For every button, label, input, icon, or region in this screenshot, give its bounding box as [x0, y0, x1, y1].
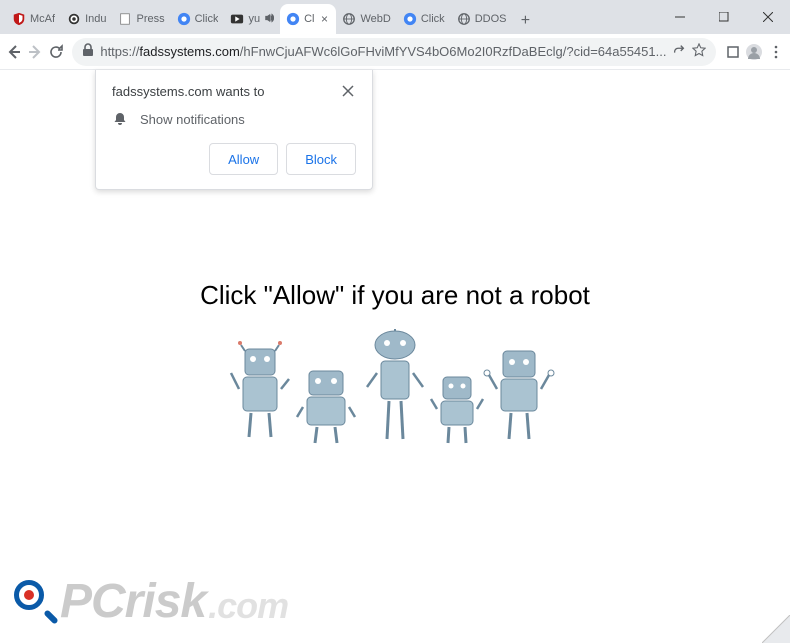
- bell-icon: [112, 111, 128, 127]
- watermark-domain: .com: [208, 585, 288, 627]
- reload-button[interactable]: [48, 38, 65, 66]
- watermark-brand: PCrisk: [60, 574, 206, 629]
- tab-title: yu: [248, 13, 260, 25]
- toolbar: https://fadssystems.com/hFnwCjuAFWc6lGoF…: [0, 34, 790, 70]
- lock-icon[interactable]: [82, 43, 94, 60]
- kebab-icon: [769, 45, 783, 59]
- robots-illustration: [0, 329, 790, 459]
- chrome-icon: [177, 12, 191, 26]
- close-window-button[interactable]: [746, 0, 790, 34]
- shield-icon: [12, 12, 26, 26]
- new-tab-button[interactable]: +: [512, 8, 538, 34]
- tab-title: Indu: [85, 13, 106, 25]
- minimize-button[interactable]: [658, 0, 702, 34]
- tab-webd[interactable]: WebD: [336, 4, 396, 34]
- magnifier-icon: [14, 580, 58, 624]
- page-viewport: fadssystems.com wants to Show notificati…: [0, 70, 790, 643]
- tab-indu[interactable]: Indu: [61, 4, 112, 34]
- back-button[interactable]: [6, 38, 23, 66]
- tab-mcafee[interactable]: McAf: [6, 4, 61, 34]
- url-text: https://fadssystems.com/hFnwCjuAFWc6lGoF…: [100, 44, 666, 59]
- block-button[interactable]: Block: [286, 143, 356, 175]
- minimize-icon: [675, 12, 685, 22]
- video-icon: [230, 12, 244, 26]
- profile-button[interactable]: [745, 38, 763, 66]
- notification-prompt: fadssystems.com wants to Show notificati…: [95, 70, 373, 190]
- tab-title: McAf: [30, 13, 55, 25]
- plus-icon: +: [521, 12, 530, 30]
- maximize-icon: [719, 12, 729, 22]
- address-bar[interactable]: https://fadssystems.com/hFnwCjuAFWc6lGoF…: [72, 38, 716, 66]
- page-heading: Click "Allow" if you are not a robot: [0, 280, 790, 311]
- tab-title: Press: [136, 13, 164, 25]
- watermark-logo: PCrisk.com: [14, 574, 288, 629]
- arrow-right-icon: [27, 44, 43, 60]
- reload-icon: [48, 44, 64, 60]
- globe-icon: [67, 12, 81, 26]
- tab-click-1[interactable]: Click: [171, 4, 225, 34]
- prompt-title: fadssystems.com wants to: [112, 84, 264, 99]
- puzzle-icon: [725, 44, 741, 60]
- url-scheme: https://: [100, 44, 139, 59]
- window-controls: [658, 0, 790, 34]
- tab-title: Cl: [304, 13, 314, 25]
- close-icon: [342, 85, 354, 97]
- arrow-left-icon: [6, 44, 22, 60]
- globe-icon: [457, 12, 471, 26]
- close-icon[interactable]: ×: [318, 13, 330, 25]
- title-bar: McAf Indu Press Click yu: [0, 0, 790, 34]
- tab-active[interactable]: Cl ×: [280, 4, 336, 34]
- allow-button[interactable]: Allow: [209, 143, 278, 175]
- tab-title: Click: [195, 13, 219, 25]
- globe-icon: [342, 12, 356, 26]
- url-path: /hFnwCjuAFWc6lGoFHviMfYVS4bO6Mo2I0RzfDaB…: [240, 44, 667, 59]
- menu-button[interactable]: [767, 38, 784, 66]
- maximize-button[interactable]: [702, 0, 746, 34]
- close-icon: [763, 12, 773, 22]
- tab-ddos[interactable]: DDOS: [451, 4, 513, 34]
- page-icon: [118, 12, 132, 26]
- share-icon[interactable]: [672, 43, 686, 60]
- page-curl-icon: [762, 615, 790, 643]
- tab-press[interactable]: Press: [112, 4, 170, 34]
- tab-title: DDOS: [475, 13, 507, 25]
- extensions-button[interactable]: [724, 38, 741, 66]
- star-icon[interactable]: [692, 43, 706, 60]
- prompt-body: Show notifications: [140, 112, 245, 127]
- prompt-close-button[interactable]: [342, 84, 356, 98]
- page-content: Click "Allow" if you are not a robot: [0, 280, 790, 459]
- tab-title: WebD: [360, 13, 390, 25]
- chrome-icon: [403, 12, 417, 26]
- avatar-icon: [745, 43, 763, 61]
- audio-icon: [264, 13, 274, 25]
- tab-title: Click: [421, 13, 445, 25]
- tab-strip: McAf Indu Press Click yu: [0, 0, 658, 34]
- url-host: fadssystems.com: [139, 44, 239, 59]
- forward-button[interactable]: [27, 38, 44, 66]
- tab-yu[interactable]: yu: [224, 4, 280, 34]
- chrome-icon: [286, 12, 300, 26]
- tab-click-2[interactable]: Click: [397, 4, 451, 34]
